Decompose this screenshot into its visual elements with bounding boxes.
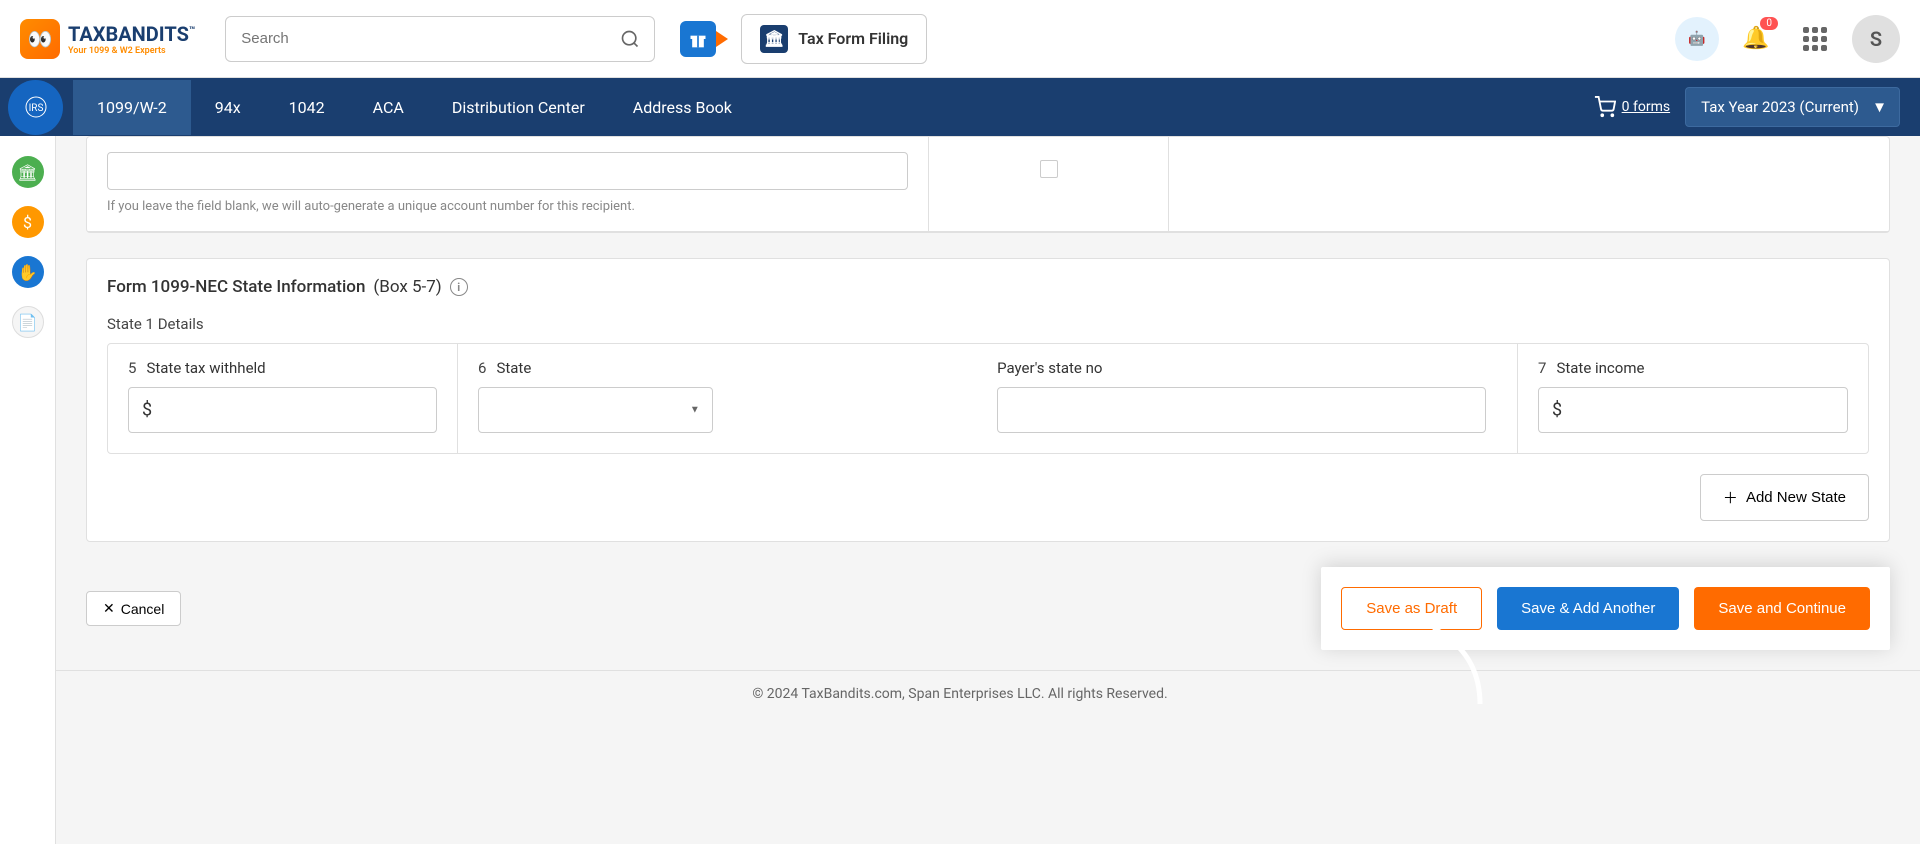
section-header: Form 1099-NEC State Information (Box 5-7… [87, 259, 1889, 315]
sidebar-item-4[interactable]: 📄 [12, 306, 44, 338]
state-tax-withheld-input[interactable] [128, 387, 437, 433]
field-6-num: 6 [478, 359, 486, 377]
nav-bar: IRS 1099/W-2 94x 1042 ACA Distribution C… [0, 78, 1920, 136]
tax-year-select[interactable]: Tax Year 2023 (Current) ▼ [1685, 87, 1900, 127]
field-7-text: State income [1556, 359, 1644, 377]
cart-link[interactable]: 0 forms [1594, 96, 1670, 118]
account-right [1169, 137, 1889, 231]
svg-text:IRS: IRS [28, 103, 43, 114]
logo-text: TAXBANDITS [68, 22, 189, 46]
add-state-row: ＋ Add New State [87, 454, 1889, 541]
sidebar: 🏛 $ ✋ 📄 [0, 136, 56, 844]
shield-icon: 🏛 [760, 25, 788, 53]
nav-right: 0 forms Tax Year 2023 (Current) ▼ [1594, 87, 1920, 127]
tax-form-filing-button[interactable]: 🏛 Tax Form Filing [741, 14, 927, 64]
logo[interactable]: 👀 TAXBANDITS™ Your 1099 & W2 Experts [20, 19, 195, 59]
state-field-7: 7 State income [1518, 344, 1868, 453]
logo-subtitle: Your 1099 & W2 Experts [68, 46, 195, 56]
account-help-text: If you leave the field blank, we will au… [107, 198, 908, 216]
save-buttons-panel: Save as Draft Save & Add Another Save an… [1321, 567, 1890, 650]
header: 👀 TAXBANDITS™ Your 1099 & W2 Experts 🏛 T… [0, 0, 1920, 78]
field-6-label: 6 State [478, 359, 967, 377]
field-6-text: State [496, 359, 531, 377]
sidebar-item-1[interactable]: 🏛 [12, 156, 44, 188]
plus-icon: ＋ [1723, 487, 1738, 508]
section-title: Form 1099-NEC State Information [107, 277, 365, 297]
nav-tab-address-book[interactable]: Address Book [609, 80, 756, 135]
bell-icon: 🔔 [1742, 26, 1769, 51]
avatar[interactable]: S [1852, 15, 1900, 63]
account-row: If you leave the field blank, we will au… [87, 137, 1889, 232]
info-icon[interactable]: i [450, 278, 468, 296]
cancel-label: Cancel [121, 601, 165, 617]
cart-icon [1594, 96, 1616, 118]
nav-tab-1099-w2[interactable]: 1099/W-2 [73, 80, 191, 135]
save-add-another-button[interactable]: Save & Add Another [1497, 587, 1679, 630]
logo-tm: ™ [189, 25, 195, 36]
add-state-label: Add New State [1746, 489, 1846, 506]
close-icon: ✕ [103, 600, 115, 617]
payer-label: Payer's state no [997, 359, 1486, 377]
state-select[interactable] [478, 387, 713, 433]
apps-grid-icon [1803, 27, 1827, 51]
notification-badge: 0 [1760, 17, 1778, 30]
tax-year-label: Tax Year 2023 (Current) [1701, 98, 1859, 116]
section-box-label: (Box 5-7) [373, 277, 441, 297]
apps-button[interactable] [1793, 17, 1837, 61]
gift-icon[interactable] [680, 21, 716, 57]
field-5-num: 5 [128, 359, 136, 377]
logo-icon: 👀 [20, 19, 60, 59]
payer-text: Payer's state no [997, 359, 1102, 377]
search-icon[interactable] [615, 24, 645, 54]
state-subtitle: State 1 Details [87, 315, 1889, 343]
tax-filing-label: Tax Form Filing [798, 29, 908, 48]
logo-text-wrapper: TAXBANDITS™ Your 1099 & W2 Experts [68, 22, 195, 56]
field-7-label: 7 State income [1538, 359, 1848, 377]
payer-state-no-input[interactable] [997, 387, 1486, 433]
state-field-6: 6 State Payer's state no [458, 344, 1518, 453]
field-5-label: 5 State tax withheld [128, 359, 437, 377]
header-right: 🤖 🔔 0 S [1675, 15, 1900, 63]
nav-home-icon[interactable]: IRS [8, 80, 63, 135]
account-left: If you leave the field blank, we will au… [87, 137, 929, 231]
account-number-input[interactable] [107, 152, 908, 190]
add-new-state-button[interactable]: ＋ Add New State [1700, 474, 1869, 521]
state-section: Form 1099-NEC State Information (Box 5-7… [86, 258, 1890, 542]
save-as-draft-button[interactable]: Save as Draft [1341, 587, 1482, 630]
nav-tab-1042[interactable]: 1042 [265, 80, 349, 135]
footer-row: ✕ Cancel Save as Draft Save & Add Anothe… [86, 567, 1890, 670]
sidebar-item-2[interactable]: $ [12, 206, 44, 238]
nav-tab-aca[interactable]: ACA [349, 80, 428, 135]
account-middle [929, 137, 1169, 231]
chevron-down-icon: ▼ [1872, 98, 1887, 116]
nav-tab-distribution[interactable]: Distribution Center [428, 80, 609, 135]
account-checkbox[interactable] [1040, 160, 1058, 178]
save-continue-button[interactable]: Save and Continue [1694, 587, 1870, 630]
main-content: If you leave the field blank, we will au… [56, 136, 1920, 670]
assistant-icon[interactable]: 🤖 [1675, 17, 1719, 61]
sidebar-item-3[interactable]: ✋ [12, 256, 44, 288]
copyright: © 2024 TaxBandits.com, Span Enterprises … [0, 670, 1920, 717]
field-7-num: 7 [1538, 359, 1546, 377]
search-input[interactable] [225, 16, 655, 62]
state-fields: 5 State tax withheld 6 State Pa [107, 343, 1869, 454]
cancel-button[interactable]: ✕ Cancel [86, 591, 181, 626]
notification-button[interactable]: 🔔 0 [1734, 17, 1778, 61]
search-container [225, 16, 655, 62]
cart-label: 0 forms [1622, 99, 1670, 115]
arrow-icon [716, 31, 728, 47]
state-income-input[interactable] [1538, 387, 1848, 433]
account-card: If you leave the field blank, we will au… [86, 136, 1890, 233]
field-5-text: State tax withheld [146, 359, 265, 377]
nav-tab-94x[interactable]: 94x [191, 80, 265, 135]
state-field-5: 5 State tax withheld [108, 344, 458, 453]
